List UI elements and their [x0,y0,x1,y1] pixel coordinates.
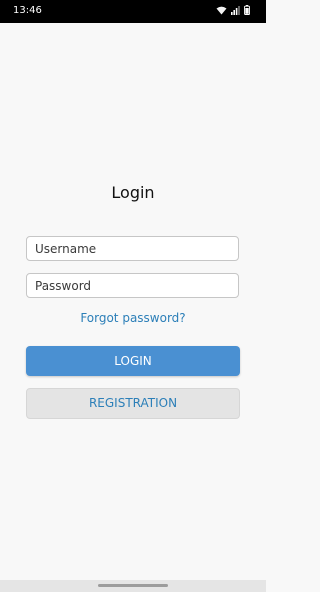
battery-icon [244,5,250,15]
password-input[interactable] [26,273,239,298]
home-indicator[interactable] [98,584,168,587]
registration-button[interactable]: REGISTRATION [26,388,240,419]
wifi-icon [216,6,227,15]
username-input[interactable] [26,236,239,261]
status-time: 13:46 [13,5,42,16]
status-icons [216,5,250,15]
signal-icon [231,5,240,15]
login-button[interactable]: LOGIN [26,346,240,376]
forgot-password-link[interactable]: Forgot password? [0,311,266,325]
status-bar: 13:46 [0,0,266,23]
page-title: Login [111,183,155,202]
navigation-bar [0,580,266,592]
